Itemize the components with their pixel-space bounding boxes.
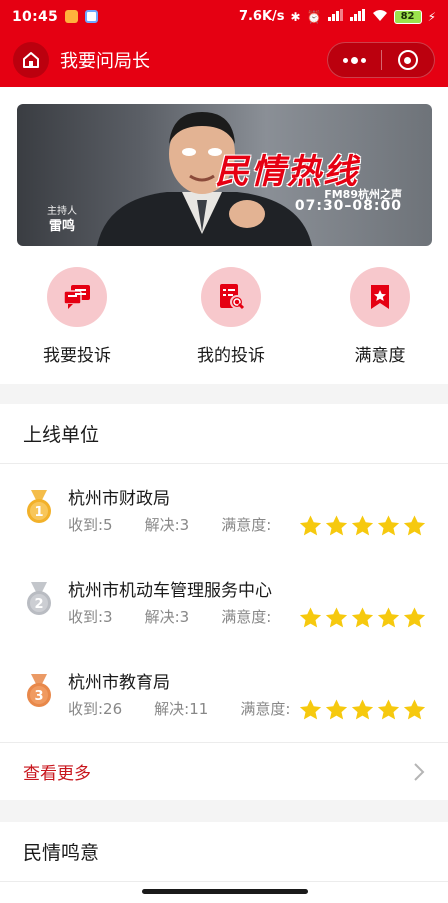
menu-label-my-complaints: 我的投诉	[197, 346, 265, 366]
star-icon	[325, 607, 348, 628]
unit-resolved: 解决:11	[154, 700, 209, 718]
view-more-button[interactable]: 查看更多	[0, 742, 448, 800]
status-bar: 10:45 7.6K/s ✱ ⏰ 82 ⚡	[0, 0, 448, 33]
unit-satisfaction-label: 满意度:	[221, 608, 272, 626]
close-mini-program-button[interactable]	[382, 43, 435, 77]
star-icon	[351, 607, 374, 628]
star-icon	[377, 607, 400, 628]
unit-row[interactable]: 1 杭州市财政局 收到:5 解决:3 满意度:	[0, 484, 448, 564]
network-speed: 7.6K/s	[238, 9, 285, 24]
menu-label-complaint: 我要投诉	[43, 346, 111, 366]
view-more-label: 查看更多	[23, 764, 91, 784]
signal-hd-icon	[349, 9, 366, 24]
close-target-icon	[397, 50, 418, 70]
star-icon	[299, 515, 322, 536]
star-icon	[325, 515, 348, 536]
nav-bar: 我要问局长	[0, 33, 448, 87]
charging-icon: ⚡	[427, 9, 436, 24]
my-complaints-circle	[201, 267, 261, 327]
page-title: 我要问局长	[60, 51, 150, 72]
unit-name: 杭州市机动车管理服务中心	[68, 581, 272, 601]
home-indicator[interactable]	[142, 889, 308, 894]
radio-banner[interactable]: 主持人 雷鸣 民情热线 FM89杭州之声 07:30–08:00	[17, 104, 432, 246]
unit-name: 杭州市财政局	[68, 489, 170, 509]
star-icon	[325, 699, 348, 720]
unit-resolved: 解决:3	[144, 516, 190, 534]
unit-received: 收到:26	[68, 700, 123, 718]
more-dots-icon	[342, 56, 366, 64]
menu-label-satisfaction: 满意度	[354, 346, 406, 366]
menu-item-satisfaction[interactable]: 满意度	[325, 267, 435, 366]
unit-stats: 收到:5 解决:3 满意度:	[68, 514, 303, 535]
notification-play-icon	[85, 10, 99, 23]
alarm-icon: ⏰	[306, 9, 322, 24]
more-menu-button[interactable]	[328, 43, 381, 77]
chevron-right-icon	[414, 762, 425, 781]
document-search-icon	[220, 284, 245, 310]
unit-received: 收到:3	[68, 608, 113, 626]
star-rating	[298, 698, 427, 722]
unit-row[interactable]: 2 杭州市机动车管理服务中心 收到:3 解决:3 满意度:	[0, 576, 448, 656]
unit-stats: 收到:26 解决:11 满意度:	[68, 698, 322, 719]
satisfaction-circle	[350, 267, 410, 327]
unit-resolved: 解决:3	[144, 608, 190, 626]
gold-medal-icon: 1	[27, 490, 51, 523]
mini-program-capsule	[327, 42, 435, 78]
banner-host-name: 雷鸣	[49, 219, 76, 234]
battery-indicator: 82	[393, 9, 422, 24]
star-icon	[403, 699, 426, 720]
menu-item-my-complaints[interactable]: 我的投诉	[176, 267, 286, 366]
unit-name: 杭州市教育局	[68, 673, 170, 693]
home-icon	[23, 52, 39, 68]
unit-row[interactable]: 3 杭州市教育局 收到:26 解决:11 满意度:	[0, 668, 448, 748]
medal-rank: 1	[34, 505, 43, 520]
complaint-circle	[47, 267, 107, 327]
star-icon	[351, 515, 374, 536]
unit-stats: 收到:3 解决:3 满意度:	[68, 606, 303, 627]
top-section: 主持人 雷鸣 民情热线 FM89杭州之声 07:30–08:00 我要投诉 我的…	[0, 87, 448, 384]
menu-item-complaint[interactable]: 我要投诉	[22, 267, 132, 366]
opinion-section-title: 民情鸣意	[0, 822, 448, 882]
unit-satisfaction-label: 满意度:	[240, 700, 291, 718]
star-rating	[298, 606, 427, 630]
star-icon	[351, 699, 374, 720]
medal-rank: 3	[34, 689, 43, 704]
status-time: 10:45	[12, 8, 59, 25]
star-icon	[299, 699, 322, 720]
star-icon	[403, 607, 426, 628]
online-units-section: 上线单位 1 杭州市财政局 收到:5 解决:3 满意度: 2 杭州市机动车管理服…	[0, 404, 448, 800]
notification-app-icon	[65, 10, 79, 23]
units-section-title: 上线单位	[0, 404, 448, 464]
complaint-icon	[63, 285, 90, 309]
bronze-medal-icon: 3	[27, 674, 51, 707]
star-icon	[299, 607, 322, 628]
banner-time: 07:30–08:00	[294, 198, 402, 214]
star-icon	[377, 699, 400, 720]
quick-menu: 我要投诉 我的投诉 满意度	[0, 267, 448, 367]
bookmark-star-icon	[371, 285, 389, 309]
silver-medal-icon: 2	[27, 582, 51, 615]
medal-rank: 2	[34, 597, 43, 612]
unit-received: 收到:5	[68, 516, 113, 534]
unit-satisfaction-label: 满意度:	[221, 516, 272, 534]
star-icon	[377, 515, 400, 536]
wifi-icon	[372, 9, 388, 24]
bluetooth-icon: ✱	[290, 9, 301, 24]
signal-icon	[327, 9, 344, 24]
status-indicators: 7.6K/s ✱ ⏰ 82 ⚡	[239, 9, 436, 24]
star-rating	[298, 514, 427, 538]
star-icon	[403, 515, 426, 536]
home-button[interactable]	[13, 42, 49, 78]
